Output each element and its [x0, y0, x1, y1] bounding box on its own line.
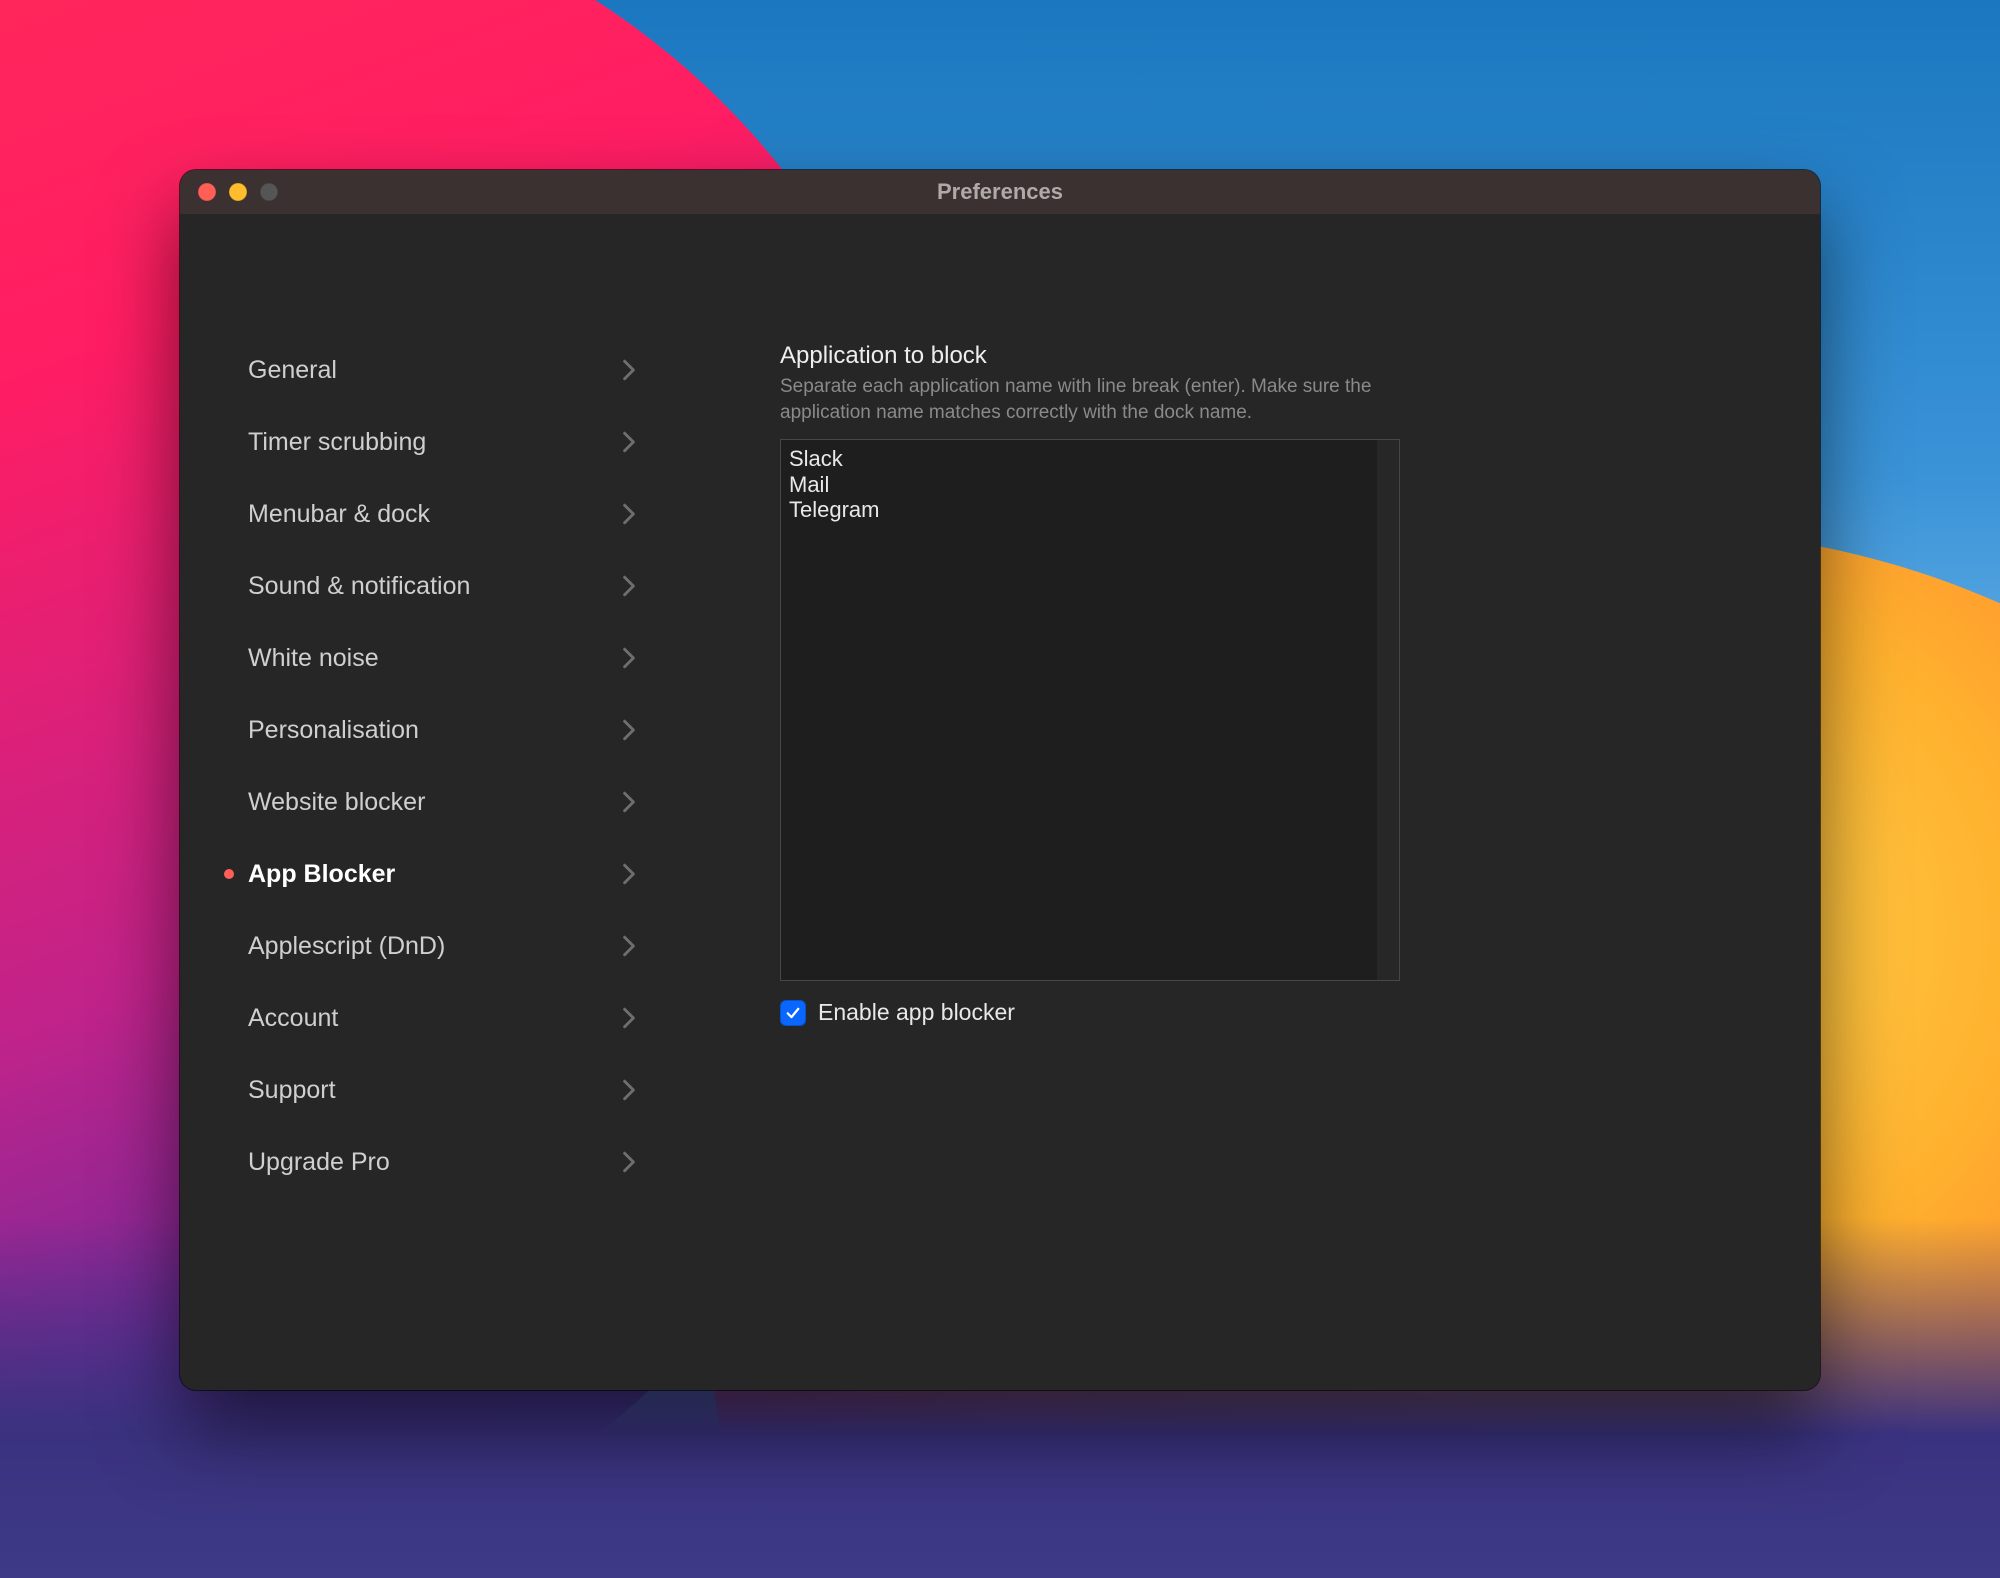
chevron-right-icon [622, 503, 700, 525]
enable-app-blocker-checkbox[interactable] [780, 1000, 806, 1026]
textarea-scrollbar-track[interactable] [1377, 440, 1399, 980]
titlebar: Preferences [180, 170, 1820, 214]
sidebar-item-label: Upgrade Pro [236, 1148, 622, 1177]
sidebar-item-account[interactable]: Account [210, 982, 700, 1054]
chevron-right-icon [622, 575, 700, 597]
sidebar-item-website-blocker[interactable]: Website blocker [210, 766, 700, 838]
preferences-sidebar: General Timer scrubbing Menubar & dock Soun… [180, 214, 740, 1390]
sidebar-item-label: Timer scrubbing [236, 428, 622, 457]
sidebar-item-label: General [236, 356, 622, 385]
sidebar-item-support[interactable]: Support [210, 1054, 700, 1126]
sidebar-item-general[interactable]: General [210, 334, 700, 406]
section-heading: Application to block [780, 342, 1640, 370]
sidebar-item-sound-notification[interactable]: Sound & notification [210, 550, 700, 622]
close-window-button[interactable] [198, 183, 216, 201]
sidebar-item-white-noise[interactable]: White noise [210, 622, 700, 694]
sidebar-item-label: App Blocker [236, 860, 622, 889]
apps-textarea-wrap [780, 439, 1400, 981]
sidebar-item-label: Support [236, 1076, 622, 1105]
sidebar-item-upgrade-pro[interactable]: Upgrade Pro [210, 1126, 700, 1198]
window-title: Preferences [180, 179, 1820, 205]
sidebar-item-label: Applescript (DnD) [236, 932, 622, 961]
chevron-right-icon [622, 647, 700, 669]
apps-to-block-textarea[interactable] [781, 440, 1377, 980]
enable-app-blocker-label: Enable app blocker [818, 999, 1015, 1026]
section-hint: Separate each application name with line… [780, 374, 1420, 425]
sidebar-item-menubar-dock[interactable]: Menubar & dock [210, 478, 700, 550]
sidebar-item-personalisation[interactable]: Personalisation [210, 694, 700, 766]
chevron-right-icon [622, 1079, 700, 1101]
chevron-right-icon [622, 791, 700, 813]
chevron-right-icon [622, 719, 700, 741]
chevron-right-icon [622, 935, 700, 957]
sidebar-item-label: White noise [236, 644, 622, 673]
window-controls [180, 183, 278, 201]
chevron-right-icon [622, 431, 700, 453]
sidebar-item-label: Personalisation [236, 716, 622, 745]
active-indicator-dot [224, 869, 236, 879]
sidebar-item-timer-scrubbing[interactable]: Timer scrubbing [210, 406, 700, 478]
chevron-right-icon [622, 863, 700, 885]
sidebar-item-label: Website blocker [236, 788, 622, 817]
minimize-window-button[interactable] [229, 183, 247, 201]
sidebar-item-app-blocker[interactable]: App Blocker [210, 838, 700, 910]
chevron-right-icon [622, 359, 700, 381]
zoom-window-button[interactable] [260, 183, 278, 201]
chevron-right-icon [622, 1151, 700, 1173]
preferences-window: Preferences General Timer scrubbing Menuba… [180, 170, 1820, 1390]
sidebar-item-label: Account [236, 1004, 622, 1033]
sidebar-item-applescript-dnd[interactable]: Applescript (DnD) [210, 910, 700, 982]
sidebar-item-label: Sound & notification [236, 572, 622, 601]
app-blocker-panel: Application to block Separate each appli… [740, 214, 1820, 1390]
chevron-right-icon [622, 1007, 700, 1029]
sidebar-item-label: Menubar & dock [236, 500, 622, 529]
